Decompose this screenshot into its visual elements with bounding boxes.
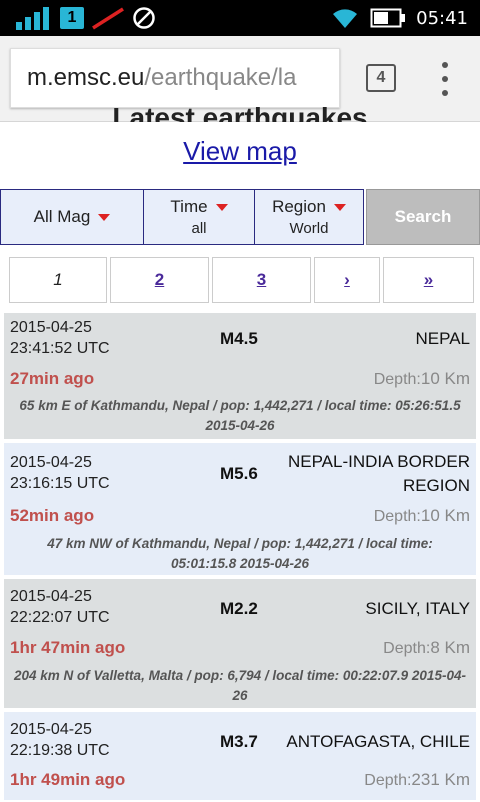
- no-signal-icon: [92, 7, 124, 30]
- do-not-disturb-icon: [133, 7, 155, 29]
- time-filter[interactable]: Time all: [143, 189, 255, 245]
- page-3-link[interactable]: 3: [212, 257, 311, 303]
- page-title: Latest earthquakes: [112, 102, 368, 122]
- filter-bar: All Mag Time all Region World Search: [0, 189, 480, 245]
- quake-magnitude: M2.2: [220, 599, 258, 618]
- quake-datetime: 2015-04-25 22:22:07 UTC: [10, 588, 110, 626]
- signal-icon: [16, 7, 49, 30]
- search-button[interactable]: Search: [366, 189, 480, 245]
- quake-age: 1hr 47min ago: [10, 638, 126, 657]
- status-right: 05:41: [330, 6, 468, 30]
- quake-magnitude: M4.5: [220, 329, 258, 348]
- battery-icon: [370, 8, 406, 28]
- region-filter-label: Region: [272, 197, 326, 216]
- quake-age: 27min ago: [10, 369, 95, 388]
- time-filter-value: all: [191, 220, 207, 237]
- address-bar[interactable]: m.emsc.eu/earthquake/la: [10, 48, 340, 108]
- quake-age: 1hr 49min ago: [10, 770, 126, 789]
- magnitude-filter[interactable]: All Mag: [0, 189, 144, 245]
- sim-badge: 1: [60, 7, 84, 29]
- quake-datetime: 2015-04-25 23:16:15 UTC: [10, 454, 110, 492]
- quake-location-info: 204 km N of Valletta, Malta / pop: 6,794…: [14, 668, 466, 703]
- page-2-link[interactable]: 2: [110, 257, 209, 303]
- dropdown-arrow-icon: [215, 204, 228, 212]
- dropdown-arrow-icon: [98, 214, 111, 222]
- quake-magnitude: M3.7: [220, 732, 258, 751]
- last-page-link[interactable]: »: [383, 257, 474, 303]
- clock: 05:41: [416, 7, 468, 29]
- earthquake-item[interactable]: 2015-04-25 22:22:07 UTC M2.2 SICILY, ITA…: [4, 579, 476, 710]
- quake-depth: Depth:231 Km: [364, 770, 470, 789]
- quake-magnitude: M5.6: [220, 464, 258, 483]
- time-filter-label: Time: [170, 197, 208, 216]
- quake-region: SICILY, ITALY: [365, 599, 470, 618]
- pagination: 1 2 3 › »: [0, 257, 480, 303]
- region-filter[interactable]: Region World: [254, 189, 364, 245]
- status-left: 1: [14, 6, 156, 30]
- magnitude-filter-label: All Mag: [33, 207, 91, 226]
- tab-switcher-button[interactable]: 4: [366, 64, 396, 92]
- quake-depth: Depth:8 Km: [383, 638, 470, 657]
- next-page-link[interactable]: ›: [314, 257, 380, 303]
- quake-region: NEPAL-INDIA BORDER REGION: [287, 452, 470, 495]
- quake-location-info: 65 km E of Kathmandu, Nepal / pop: 1,442…: [19, 398, 461, 433]
- status-bar: 1 05:41: [0, 0, 480, 36]
- earthquake-item[interactable]: 2015-04-25 23:41:52 UTC M4.5 NEPAL 27min…: [4, 313, 476, 441]
- wifi-icon: [333, 9, 358, 28]
- url-host: m.emsc.eu: [27, 64, 145, 91]
- overflow-menu-icon[interactable]: [435, 62, 455, 96]
- earthquake-item[interactable]: 2015-04-25 23:16:15 UTC M5.6 NEPAL-INDIA…: [4, 443, 476, 577]
- quake-datetime: 2015-04-25 23:41:52 UTC: [10, 319, 110, 357]
- quake-depth: Depth:10 Km: [373, 369, 470, 388]
- earthquake-item[interactable]: 2015-04-25 22:19:38 UTC M3.7 ANTOFAGASTA…: [4, 712, 476, 802]
- quake-region: NEPAL: [415, 329, 471, 348]
- quake-region: ANTOFAGASTA, CHILE: [286, 732, 470, 751]
- view-map-link[interactable]: View map: [0, 136, 480, 167]
- dropdown-arrow-icon: [333, 204, 346, 212]
- page-current: 1: [9, 257, 107, 303]
- quake-depth: Depth:10 Km: [373, 506, 470, 525]
- quake-location-info: 47 km NW of Kathmandu, Nepal / pop: 1,44…: [47, 536, 433, 571]
- quake-age: 52min ago: [10, 506, 95, 525]
- region-filter-value: World: [289, 220, 329, 237]
- url-path: /earthquake/la: [144, 64, 297, 91]
- quake-datetime: 2015-04-25 22:19:38 UTC: [10, 721, 110, 759]
